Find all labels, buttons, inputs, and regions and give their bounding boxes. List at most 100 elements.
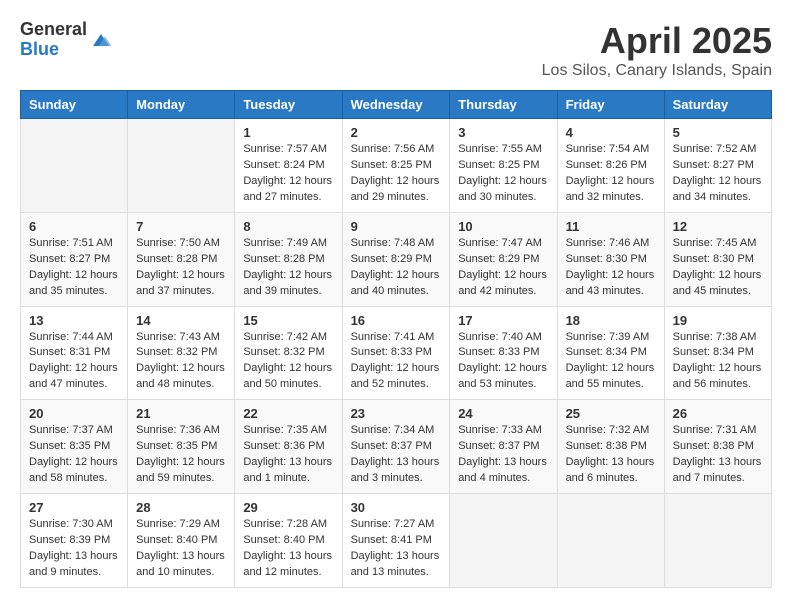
day-number: 27: [29, 500, 119, 515]
calendar-cell: 1 Sunrise: 7:57 AM Sunset: 8:24 PM Daylig…: [235, 119, 342, 213]
logo: General Blue: [20, 20, 113, 60]
cell-info: Sunrise: 7:50 AM Sunset: 8:28 PM Dayligh…: [136, 236, 226, 300]
calendar-cell: [557, 494, 664, 588]
cell-info: Sunrise: 7:41 AM Sunset: 8:33 PM Dayligh…: [351, 330, 442, 394]
calendar-week-row: 6 Sunrise: 7:51 AM Sunset: 8:27 PM Daylig…: [21, 212, 772, 306]
day-number: 3: [458, 125, 548, 140]
cell-info: Sunrise: 7:28 AM Sunset: 8:40 PM Dayligh…: [243, 517, 333, 581]
column-header-thursday: Thursday: [450, 91, 557, 119]
calendar-cell: 11Sunrise: 7:46 AM Sunset: 8:30 PM Dayli…: [557, 212, 664, 306]
calendar-cell: 30 Sunrise: 7:27 AM Sunset: 8:41 PM Dayli…: [342, 494, 450, 588]
cell-info: Sunrise: 7:44 AM Sunset: 8:31 PM Dayligh…: [29, 330, 119, 394]
calendar-cell: 5Sunrise: 7:52 AM Sunset: 8:27 PM Daylig…: [664, 119, 771, 213]
day-number: 1: [243, 125, 333, 140]
cell-info: Sunrise: 7:30 AM Sunset: 8:39 PM Dayligh…: [29, 517, 119, 581]
calendar-table: SundayMondayTuesdayWednesdayThursdayFrid…: [20, 90, 772, 588]
calendar-cell: 27 Sunrise: 7:30 AM Sunset: 8:39 PM Dayli…: [21, 494, 128, 588]
calendar-cell: [21, 119, 128, 213]
day-number: 12: [673, 219, 763, 234]
cell-info: Sunrise: 7:42 AM Sunset: 8:32 PM Dayligh…: [243, 330, 333, 394]
day-number: 13: [29, 313, 119, 328]
day-number: 20: [29, 406, 119, 421]
calendar-cell: 13 Sunrise: 7:44 AM Sunset: 8:31 PM Dayli…: [21, 306, 128, 400]
calendar-header-row: SundayMondayTuesdayWednesdayThursdayFrid…: [21, 91, 772, 119]
calendar-cell: 8 Sunrise: 7:49 AM Sunset: 8:28 PM Daylig…: [235, 212, 342, 306]
calendar-cell: 18 Sunrise: 7:39 AM Sunset: 8:34 PM Dayli…: [557, 306, 664, 400]
day-number: 7: [136, 219, 226, 234]
cell-info: Sunrise: 7:51 AM Sunset: 8:27 PM Dayligh…: [29, 236, 119, 300]
day-number: 9: [351, 219, 442, 234]
calendar-cell: [450, 494, 557, 588]
calendar-cell: 15 Sunrise: 7:42 AM Sunset: 8:32 PM Dayli…: [235, 306, 342, 400]
cell-info: Sunrise: 7:27 AM Sunset: 8:41 PM Dayligh…: [351, 517, 442, 581]
calendar-week-row: 20 Sunrise: 7:37 AM Sunset: 8:35 PM Dayli…: [21, 400, 772, 494]
location: Los Silos, Canary Islands, Spain: [542, 62, 772, 80]
day-number: 22: [243, 406, 333, 421]
month-title: April 2025: [542, 20, 772, 62]
calendar-cell: 10Sunrise: 7:47 AM Sunset: 8:29 PM Dayli…: [450, 212, 557, 306]
cell-info: Sunrise: 7:37 AM Sunset: 8:35 PM Dayligh…: [29, 423, 119, 487]
day-number: 26: [673, 406, 763, 421]
cell-info: Sunrise: 7:36 AM Sunset: 8:35 PM Dayligh…: [136, 423, 226, 487]
calendar-cell: 23 Sunrise: 7:34 AM Sunset: 8:37 PM Dayli…: [342, 400, 450, 494]
calendar-cell: 3Sunrise: 7:55 AM Sunset: 8:25 PM Daylig…: [450, 119, 557, 213]
calendar-cell: 19 Sunrise: 7:38 AM Sunset: 8:34 PM Dayli…: [664, 306, 771, 400]
calendar-cell: 28Sunrise: 7:29 AM Sunset: 8:40 PM Dayli…: [128, 494, 235, 588]
column-header-saturday: Saturday: [664, 91, 771, 119]
day-number: 19: [673, 313, 763, 328]
calendar-cell: 6 Sunrise: 7:51 AM Sunset: 8:27 PM Daylig…: [21, 212, 128, 306]
cell-info: Sunrise: 7:52 AM Sunset: 8:27 PM Dayligh…: [673, 142, 763, 206]
calendar-cell: [128, 119, 235, 213]
calendar-cell: 21 Sunrise: 7:36 AM Sunset: 8:35 PM Dayli…: [128, 400, 235, 494]
day-number: 25: [566, 406, 656, 421]
calendar-cell: 29 Sunrise: 7:28 AM Sunset: 8:40 PM Dayli…: [235, 494, 342, 588]
day-number: 6: [29, 219, 119, 234]
cell-info: Sunrise: 7:54 AM Sunset: 8:26 PM Dayligh…: [566, 142, 656, 206]
calendar-cell: 22 Sunrise: 7:35 AM Sunset: 8:36 PM Dayli…: [235, 400, 342, 494]
day-number: 29: [243, 500, 333, 515]
calendar-cell: 17Sunrise: 7:40 AM Sunset: 8:33 PM Dayli…: [450, 306, 557, 400]
calendar-cell: 24 Sunrise: 7:33 AM Sunset: 8:37 PM Dayli…: [450, 400, 557, 494]
cell-info: Sunrise: 7:38 AM Sunset: 8:34 PM Dayligh…: [673, 330, 763, 394]
day-number: 15: [243, 313, 333, 328]
day-number: 8: [243, 219, 333, 234]
calendar-cell: 9 Sunrise: 7:48 AM Sunset: 8:29 PM Daylig…: [342, 212, 450, 306]
calendar-week-row: 13 Sunrise: 7:44 AM Sunset: 8:31 PM Dayli…: [21, 306, 772, 400]
cell-info: Sunrise: 7:48 AM Sunset: 8:29 PM Dayligh…: [351, 236, 442, 300]
cell-info: Sunrise: 7:34 AM Sunset: 8:37 PM Dayligh…: [351, 423, 442, 487]
column-header-tuesday: Tuesday: [235, 91, 342, 119]
column-header-friday: Friday: [557, 91, 664, 119]
day-number: 21: [136, 406, 226, 421]
cell-info: Sunrise: 7:47 AM Sunset: 8:29 PM Dayligh…: [458, 236, 548, 300]
cell-info: Sunrise: 7:57 AM Sunset: 8:24 PM Dayligh…: [243, 142, 333, 206]
cell-info: Sunrise: 7:31 AM Sunset: 8:38 PM Dayligh…: [673, 423, 763, 487]
day-number: 16: [351, 313, 442, 328]
calendar-cell: 25 Sunrise: 7:32 AM Sunset: 8:38 PM Dayli…: [557, 400, 664, 494]
day-number: 18: [566, 313, 656, 328]
day-number: 30: [351, 500, 442, 515]
title-section: April 2025 Los Silos, Canary Islands, Sp…: [542, 20, 772, 80]
logo-icon: [89, 30, 113, 50]
cell-info: Sunrise: 7:45 AM Sunset: 8:30 PM Dayligh…: [673, 236, 763, 300]
day-number: 28: [136, 500, 226, 515]
cell-info: Sunrise: 7:56 AM Sunset: 8:25 PM Dayligh…: [351, 142, 442, 206]
cell-info: Sunrise: 7:39 AM Sunset: 8:34 PM Dayligh…: [566, 330, 656, 394]
cell-info: Sunrise: 7:35 AM Sunset: 8:36 PM Dayligh…: [243, 423, 333, 487]
day-number: 14: [136, 313, 226, 328]
calendar-cell: 12 Sunrise: 7:45 AM Sunset: 8:30 PM Dayli…: [664, 212, 771, 306]
cell-info: Sunrise: 7:49 AM Sunset: 8:28 PM Dayligh…: [243, 236, 333, 300]
calendar-week-row: 1 Sunrise: 7:57 AM Sunset: 8:24 PM Daylig…: [21, 119, 772, 213]
day-number: 2: [351, 125, 442, 140]
calendar-cell: 20 Sunrise: 7:37 AM Sunset: 8:35 PM Dayli…: [21, 400, 128, 494]
calendar-cell: 14 Sunrise: 7:43 AM Sunset: 8:32 PM Dayli…: [128, 306, 235, 400]
day-number: 23: [351, 406, 442, 421]
day-number: 17: [458, 313, 548, 328]
day-number: 24: [458, 406, 548, 421]
cell-info: Sunrise: 7:43 AM Sunset: 8:32 PM Dayligh…: [136, 330, 226, 394]
cell-info: Sunrise: 7:33 AM Sunset: 8:37 PM Dayligh…: [458, 423, 548, 487]
calendar-cell: [664, 494, 771, 588]
cell-info: Sunrise: 7:32 AM Sunset: 8:38 PM Dayligh…: [566, 423, 656, 487]
calendar-cell: 16 Sunrise: 7:41 AM Sunset: 8:33 PM Dayli…: [342, 306, 450, 400]
column-header-wednesday: Wednesday: [342, 91, 450, 119]
day-number: 4: [566, 125, 656, 140]
